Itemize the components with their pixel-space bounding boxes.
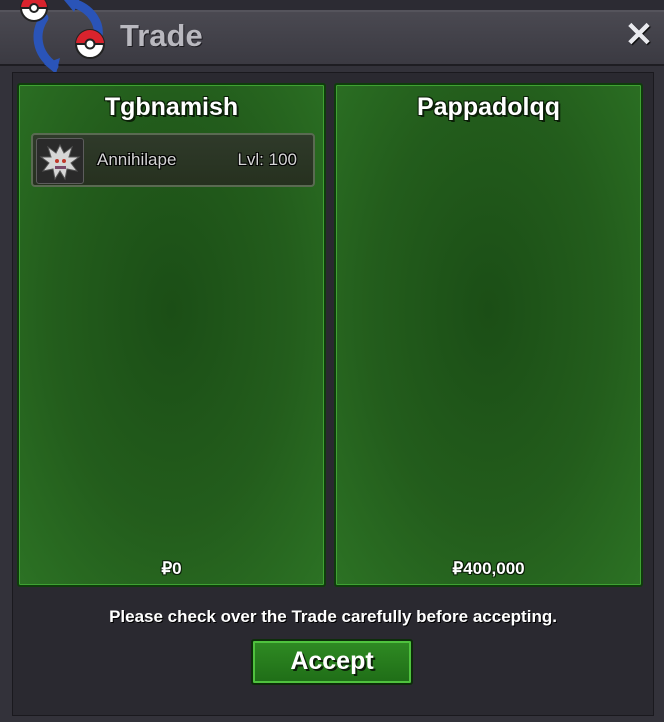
pokemon-slot[interactable]: Annihilape Lvl: 100 — [31, 133, 315, 187]
annihilape-sprite-icon — [36, 138, 84, 184]
trade-notice: Please check over the Trade carefully be… — [109, 607, 557, 626]
player-name-left: Tgbnamish — [104, 93, 239, 121]
window-title: Trade — [120, 18, 203, 53]
trade-body: Tgbnamish Annihilape Lvl: 100 ₽0 Pappado… — [12, 72, 654, 716]
pokemon-level: Lvl: 100 — [237, 150, 297, 169]
player-offer-panel-left: Tgbnamish Annihilape Lvl: 100 ₽0 — [17, 83, 326, 587]
close-icon[interactable]: ✕ — [624, 18, 654, 52]
player-name-right: Pappadolqq — [416, 93, 561, 121]
trade-window: Trade ✕ Tgbnamish Annihilape Lvl: 100 ₽0… — [0, 0, 664, 722]
trade-arrows-pokeball-icon — [20, 0, 105, 74]
money-offer-right: ₽400,000 — [452, 559, 525, 578]
accept-button[interactable]: Accept — [251, 639, 413, 685]
pokemon-name: Annihilape — [97, 150, 177, 169]
money-offer-left[interactable]: ₽0 — [19, 559, 324, 579]
player-offer-panel-right: Pappadolqq ₽400,000 — [334, 83, 643, 587]
